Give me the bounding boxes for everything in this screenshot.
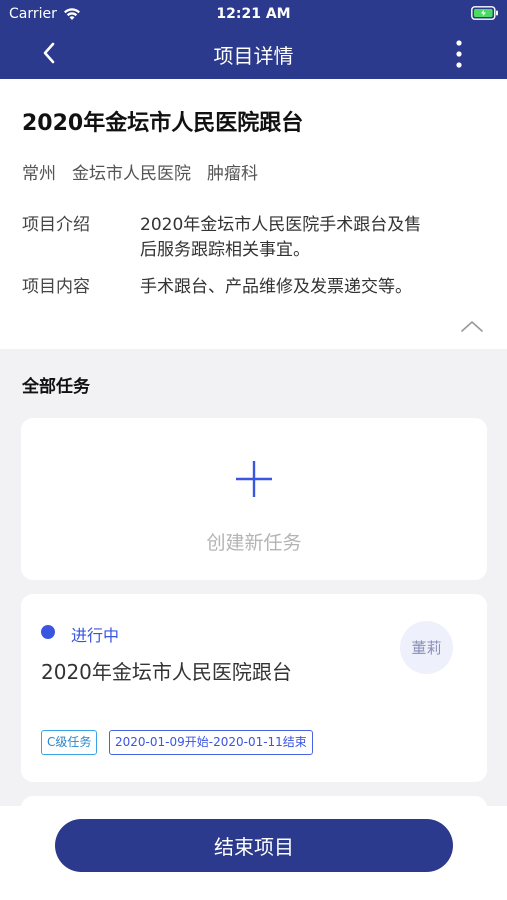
plus-icon (236, 461, 272, 497)
project-title: 2020年金坛市人民医院跟台 (22, 111, 304, 136)
more-vertical-icon (456, 40, 462, 68)
project-meta: 常州 金坛市人民医院 肿瘤科 (22, 159, 258, 184)
task-status: 进行中 (71, 626, 120, 645)
project-department: 肿瘤科 (207, 164, 258, 184)
clock: 12:21 AM (216, 6, 291, 22)
project-content-label: 项目内容 (22, 277, 90, 297)
project-city: 常州 (22, 164, 56, 184)
project-intro-line2: 后服务跟踪相关事宜。 (140, 240, 310, 260)
create-task-card[interactable]: 创建新任务 (21, 418, 487, 580)
project-intro-value: 2020年金坛市人民医院手术跟台及售 后服务跟踪相关事宜。 (140, 213, 487, 263)
end-project-button[interactable]: 结束项目 (55, 819, 453, 872)
create-task-label: 创建新任务 (206, 532, 302, 554)
project-hospital: 金坛市人民医院 (72, 164, 191, 184)
project-info-panel: 2020年金坛市人民医院跟台 常州 金坛市人民医院 肿瘤科 项目介绍 2020年… (0, 79, 507, 349)
tasks-section-title: 全部任务 (22, 377, 90, 397)
task-title: 2020年金坛市人民医院跟台 (41, 660, 292, 684)
project-content-row: 项目内容 手术跟台、产品维修及发票递交等。 (22, 275, 487, 300)
footer-bar: 结束项目 (0, 806, 507, 900)
task-date-tag: 2020-01-09开始-2020-01-11结束 (109, 730, 313, 755)
project-intro-line1: 2020年金坛市人民医院手术跟台及售 (140, 215, 422, 235)
project-content-value: 手术跟台、产品维修及发票递交等。 (140, 277, 412, 297)
project-intro-label: 项目介绍 (22, 215, 90, 235)
more-options-button[interactable] (447, 36, 471, 72)
battery-icon (471, 6, 498, 20)
page-title: 项目详情 (213, 44, 294, 68)
project-intro-row: 项目介绍 2020年金坛市人民医院手术跟台及售 后服务跟踪相关事宜。 (22, 213, 487, 263)
app-header: Carrier 12:21 AM 项目详情 (0, 0, 507, 79)
chevron-up-icon[interactable] (459, 317, 485, 335)
status-bar: Carrier 12:21 AM (0, 0, 507, 28)
task-card[interactable]: 进行中 2020年金坛市人民医院跟台 董莉 C级任务 2020-01-09开始-… (21, 594, 487, 782)
nav-bar: 项目详情 (0, 28, 507, 79)
task-level-tag: C级任务 (41, 730, 98, 755)
assignee-avatar: 董莉 (400, 621, 453, 674)
status-dot (41, 625, 55, 639)
